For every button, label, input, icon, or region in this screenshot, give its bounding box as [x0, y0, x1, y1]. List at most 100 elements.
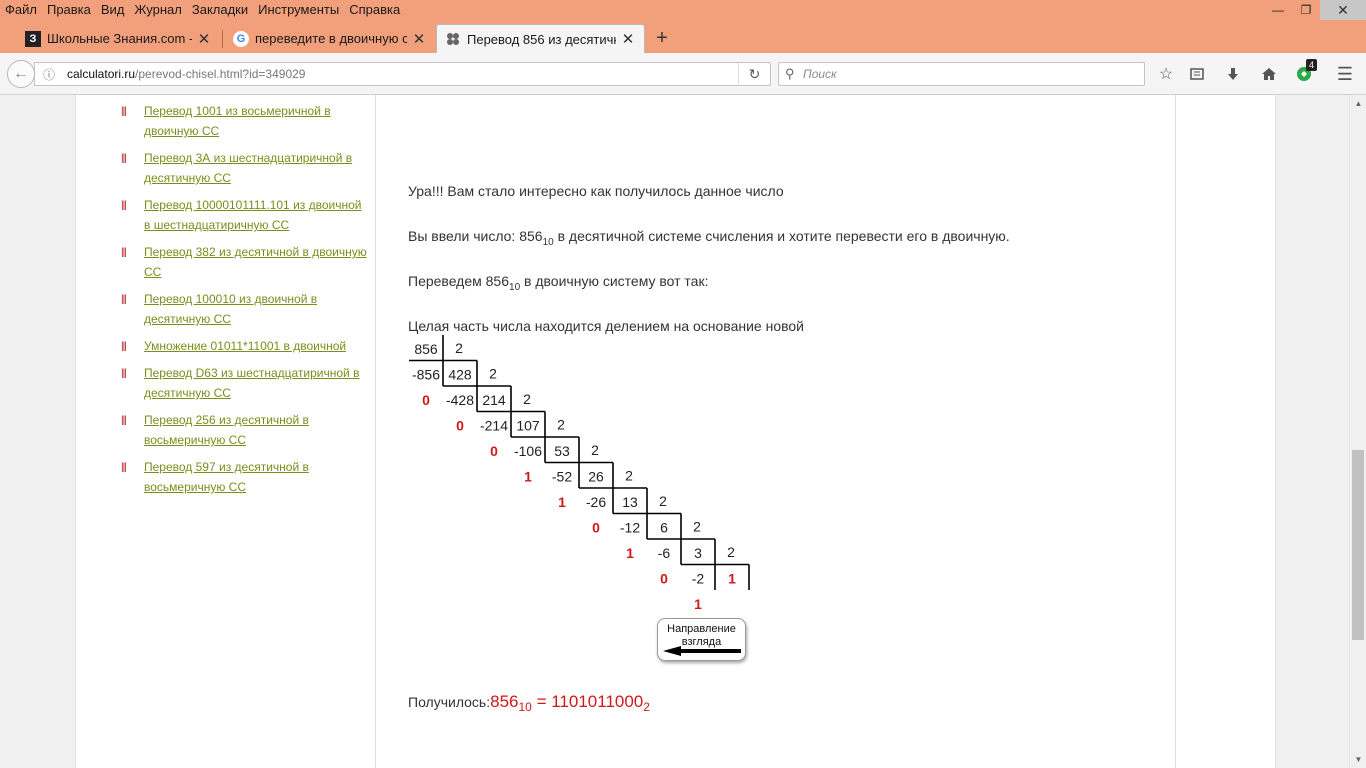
dividend-value: 13: [622, 494, 638, 510]
remainder-digit: 1: [626, 545, 634, 561]
bullet-icon: |||: [121, 200, 127, 211]
dividend-value: 856: [414, 341, 438, 357]
window-controls: — ❐ ✕: [1264, 0, 1366, 20]
menu-history[interactable]: Журнал: [129, 0, 186, 21]
sidebar-link[interactable]: Перевод 3А из шестнадцатиричной в десяти…: [144, 151, 352, 185]
tab-google[interactable]: G переведите в двоичную с... ✕: [225, 24, 435, 53]
tab-title: переведите в двоичную с...: [255, 31, 407, 46]
sidebar-link-item[interactable]: ||| Перевод 10000101111.101 из двоичной в…: [121, 195, 371, 235]
scroll-down-icon[interactable]: ▼: [1350, 751, 1366, 768]
extension-badge: 4: [1306, 59, 1318, 71]
hamburger-menu-icon[interactable]: ☰: [1334, 63, 1356, 85]
subtract-value: -26: [586, 494, 606, 510]
bullet-icon: |||: [121, 462, 127, 473]
divisor-value: 2: [523, 391, 531, 407]
home-icon[interactable]: [1258, 63, 1280, 85]
subtract-value: -106: [514, 443, 542, 459]
sidebar-link-item[interactable]: ||| Перевод 597 из десятичной в восьмерич…: [121, 457, 371, 497]
sidebar-link[interactable]: Перевод 1001 из восьмеричной в двоичную …: [144, 104, 331, 138]
remainder-digit: 0: [660, 571, 668, 587]
dividend-value: 107: [516, 418, 540, 434]
dividend-value: 3: [694, 545, 702, 561]
remainder-digit: 0: [456, 418, 464, 434]
sidebar-link-item[interactable]: ||| Перевод 382 из десятичной в двоичную …: [121, 242, 371, 282]
menu-help[interactable]: Справка: [344, 0, 405, 21]
menu-edit[interactable]: Правка: [42, 0, 96, 21]
sidebar-link[interactable]: Перевод 597 из десятичной в восьмеричную…: [144, 460, 309, 494]
minimize-button[interactable]: —: [1264, 0, 1292, 20]
bookmark-star-icon[interactable]: ☆: [1155, 63, 1177, 85]
dividend-value: 428: [448, 367, 472, 383]
close-tab-icon[interactable]: ✕: [411, 30, 427, 48]
sidebar-link[interactable]: Умножение 01011*11001 в двоичной: [144, 339, 346, 353]
vertical-scrollbar[interactable]: ▲ ▼: [1349, 95, 1366, 768]
dividend-value: 26: [588, 469, 604, 485]
bullet-icon: |||: [121, 415, 127, 426]
divisor-value: 2: [489, 366, 497, 382]
close-window-button[interactable]: ✕: [1320, 0, 1366, 20]
bookmarks-list-icon[interactable]: [1186, 63, 1208, 85]
divisor-value: 2: [727, 544, 735, 560]
url-bar[interactable]: ⓘ calculatori.ru/perevod-chisel.html?id=…: [34, 62, 771, 86]
remainder-digit: 0: [422, 392, 430, 408]
sidebar-link[interactable]: Перевод 10000101111.101 из двоичной в ше…: [144, 198, 361, 232]
scroll-thumb[interactable]: [1352, 450, 1364, 640]
close-tab-icon[interactable]: ✕: [196, 30, 212, 48]
remainder-digit: 0: [490, 443, 498, 459]
search-icon: ⚲: [785, 66, 795, 81]
url-path: /perevod-chisel.html?id=349029: [135, 67, 306, 81]
subtract-value: -214: [480, 418, 508, 434]
tab-calculatori[interactable]: Перевод 856 из десятичн... ✕: [436, 24, 645, 53]
tab-znaniya[interactable]: З Школьные Знания.com -... ✕: [17, 24, 220, 53]
division-ladder: 856 -856 0 2 428 -428 0 2 214 -214 0 2 107 -106 1 2 53 -5…: [409, 335, 750, 610]
sidebar-link-item[interactable]: ||| Перевод D63 из шестнадцатиричной в де…: [121, 363, 371, 403]
page-content: ||| Перевод 1001 из восьмеричной в двоичн…: [0, 95, 1349, 768]
remainder-digit: 1: [524, 469, 532, 485]
sidebar-link-item[interactable]: ||| Умножение 01011*11001 в двоичной: [121, 336, 371, 356]
back-button[interactable]: ←: [7, 60, 35, 88]
translate-intro-text: Переведем 85610 в двоичную систему вот т…: [408, 273, 709, 293]
tab-title: Перевод 856 из десятичн...: [467, 31, 616, 47]
menu-view[interactable]: Вид: [96, 0, 130, 21]
bullet-icon: |||: [121, 341, 127, 352]
right-sidebar: [1176, 95, 1276, 768]
bullet-icon: |||: [121, 368, 127, 379]
dividend-value: 53: [554, 443, 570, 459]
subtract-value: -52: [552, 469, 572, 485]
final-quotient-digit: 1: [728, 571, 736, 587]
sidebar-link[interactable]: Перевод 100010 из двоичной в десятичную …: [144, 292, 317, 326]
subtract-value: -12: [620, 520, 640, 536]
sidebar-link-item[interactable]: ||| Перевод 100010 из двоичной в десятичн…: [121, 289, 371, 329]
sidebar-link[interactable]: Перевод 382 из десятичной в двоичную СС: [144, 245, 367, 279]
close-tab-icon[interactable]: ✕: [620, 30, 636, 48]
reload-icon[interactable]: ↻: [738, 63, 770, 85]
download-icon[interactable]: [1222, 63, 1244, 85]
view-direction-hint: Направление взгляда: [657, 618, 746, 661]
restore-button[interactable]: ❐: [1292, 0, 1320, 20]
search-placeholder: Поиск: [803, 67, 837, 81]
menu-bookmarks[interactable]: Закладки: [187, 0, 253, 21]
google-favicon-icon: G: [233, 30, 249, 47]
subtract-value: -428: [446, 392, 474, 408]
result-binary-value: = 1101011000: [531, 692, 644, 711]
main-content: Ура!!! Вам стало интересно как получилос…: [375, 95, 1176, 768]
new-tab-button[interactable]: +: [651, 24, 673, 53]
navigation-bar: ⓘ calculatori.ru/perevod-chisel.html?id=…: [0, 53, 1366, 95]
integer-part-text: Целая часть числа находится делением на …: [408, 318, 804, 334]
menu-tools[interactable]: Инструменты: [253, 0, 344, 21]
bullet-icon: |||: [121, 106, 127, 117]
sidebar-link[interactable]: Перевод 256 из десятичной в восьмеричную…: [144, 413, 309, 447]
scroll-up-icon[interactable]: ▲: [1350, 95, 1366, 112]
sidebar-link-item[interactable]: ||| Перевод 256 из десятичной в восьмерич…: [121, 410, 371, 450]
search-input[interactable]: ⚲ Поиск: [778, 62, 1145, 86]
sidebar-link[interactable]: Перевод D63 из шестнадцатиричной в десят…: [144, 366, 359, 400]
sidebar-link-item[interactable]: ||| Перевод 3А из шестнадцатиричной в дес…: [121, 148, 371, 188]
sidebar-link-item[interactable]: ||| Перевод 1001 из восьмеричной в двоичн…: [121, 101, 371, 141]
menu-file[interactable]: Файл: [0, 0, 42, 21]
hooray-text: Ура!!! Вам стало интересно как получилос…: [408, 183, 784, 199]
site-info-icon[interactable]: ⓘ: [39, 66, 59, 83]
subtract-value: -856: [412, 367, 440, 383]
related-links-list: ||| Перевод 1001 из восьмеричной в двоичн…: [121, 101, 371, 504]
dividend-value: 6: [660, 520, 668, 536]
result-label: Получилось:: [408, 694, 491, 710]
